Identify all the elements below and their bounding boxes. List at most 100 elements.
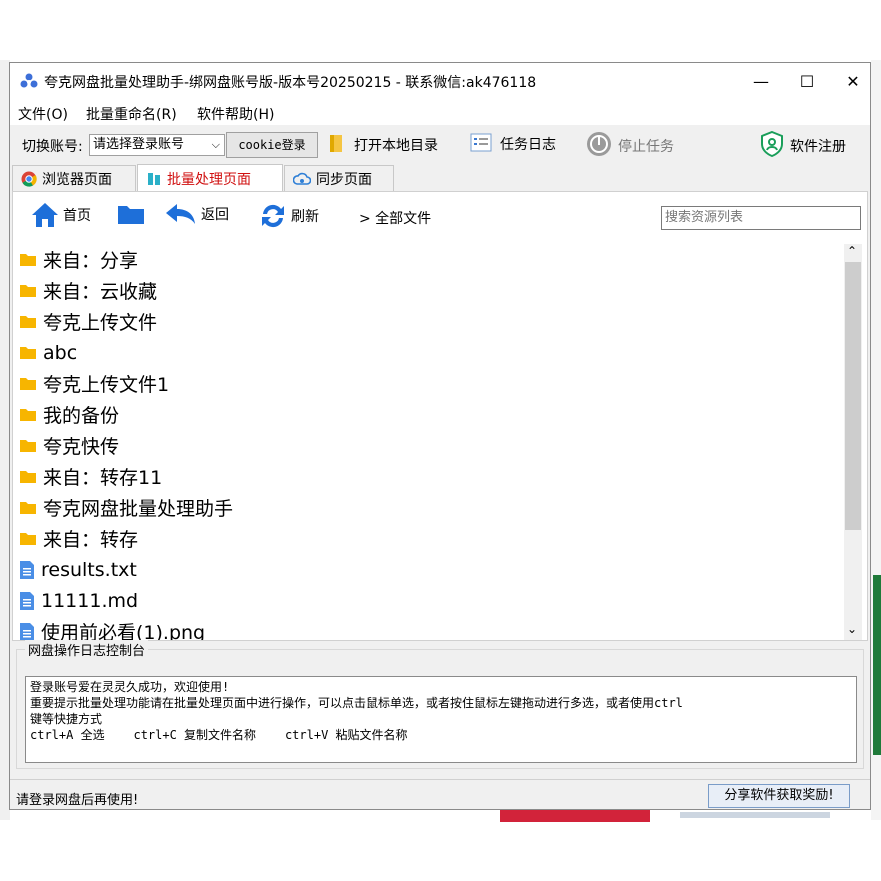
register-label: 软件注册	[790, 139, 846, 155]
account-select[interactable]: 请选择登录账号 ⌵	[89, 134, 225, 156]
list-icon	[470, 132, 492, 156]
back-label: 返回	[201, 207, 229, 223]
folder-icon	[19, 252, 37, 267]
background-app-banner	[500, 810, 650, 822]
power-icon	[586, 131, 612, 161]
menu-file[interactable]: 文件(O)	[18, 104, 68, 124]
close-button[interactable]: ✕	[830, 63, 876, 99]
open-local-dir-label: 打开本地目录	[354, 138, 438, 154]
list-item-label: results.txt	[41, 558, 137, 581]
account-select-value: 请选择登录账号	[93, 137, 185, 152]
tab-batch[interactable]: 批量处理页面	[137, 164, 283, 192]
file-icon	[19, 622, 35, 640]
folder-icon	[19, 314, 37, 329]
app-window: 夸克网盘批量处理助手-绑网盘账号版-版本号20250215 - 联系微信:ak4…	[9, 62, 871, 810]
folder-icon	[117, 202, 145, 226]
register-button[interactable]: 软件注册	[760, 130, 846, 161]
scroll-up-icon[interactable]: ⌃	[847, 244, 857, 258]
log-console-group: 网盘操作日志控制台 登录账号爱在灵灵久成功，欢迎使用! 重要提示批量处理功能请在…	[16, 640, 864, 769]
list-item-label: 11111.md	[41, 589, 139, 612]
breadcrumb[interactable]: > 全部文件	[359, 208, 431, 228]
folder-icon	[19, 283, 37, 298]
list-item-label: 夸克网盘批量处理助手	[43, 498, 234, 520]
list-item[interactable]: 夸克上传文件	[19, 306, 157, 337]
list-item-label: 夸克上传文件	[43, 312, 158, 334]
log-line: 键等快捷方式	[30, 712, 103, 726]
refresh-label: 刷新	[291, 209, 319, 225]
background-app-bar	[680, 812, 830, 818]
share-reward-button[interactable]: 分享软件获取奖励!	[708, 784, 850, 808]
maximize-button[interactable]: ☐	[784, 63, 830, 99]
tab-sync[interactable]: 同步页面	[284, 165, 394, 191]
list-item-label: 夸克快传	[43, 436, 120, 458]
search-input[interactable]: 搜索资源列表	[661, 206, 861, 230]
log-console-title: 网盘操作日志控制台	[25, 640, 149, 659]
folder-icon	[19, 500, 37, 515]
log-console[interactable]: 登录账号爱在灵灵久成功，欢迎使用! 重要提示批量处理功能请在批量处理页面中进行操…	[25, 676, 857, 763]
list-item-label: 来自：转存11	[43, 467, 163, 489]
list-item[interactable]: 夸克上传文件1	[19, 368, 169, 399]
scroll-down-icon[interactable]: ⌄	[847, 622, 857, 636]
stop-task-button[interactable]: 停止任务	[586, 131, 674, 161]
cookie-login-button[interactable]: cookie登录	[226, 132, 318, 158]
file-list-scrollbar[interactable]: ⌃ ⌄	[844, 244, 862, 640]
tab-batch-label: 批量处理页面	[167, 171, 251, 188]
app-logo-icon	[20, 73, 38, 93]
list-item[interactable]: 来自：分享	[19, 244, 138, 275]
back-button[interactable]: 返回	[165, 202, 229, 226]
folder-icon	[19, 438, 37, 453]
list-item[interactable]: 11111.md	[19, 585, 138, 616]
back-arrow-icon	[165, 202, 197, 226]
scrollbar-thumb[interactable]	[845, 262, 861, 530]
refresh-button[interactable]: 刷新	[259, 202, 319, 230]
home-button[interactable]: 首页	[31, 202, 91, 228]
list-item[interactable]: 来自：转存	[19, 523, 138, 554]
toolbar: 切换账号: 请选择登录账号 ⌵ cookie登录 打开本地目录 任务日志 停止任…	[10, 126, 870, 162]
list-item-label: 来自：云收藏	[43, 281, 158, 303]
list-item-label: 我的备份	[43, 405, 120, 427]
menu-batch-rename[interactable]: 批量重命名(R)	[86, 104, 177, 124]
open-local-dir-button[interactable]: 打开本地目录	[328, 132, 438, 158]
folder-icon	[19, 376, 37, 391]
refresh-icon	[259, 202, 287, 230]
list-item-label: abc	[43, 341, 78, 364]
batch-icon	[146, 171, 162, 187]
list-item[interactable]: 夸克网盘批量处理助手	[19, 492, 233, 523]
chrome-icon	[21, 171, 37, 187]
list-item[interactable]: 我的备份	[19, 399, 119, 430]
log-line: 登录账号爱在灵灵久成功，欢迎使用!	[30, 680, 230, 694]
title-bar: 夸克网盘批量处理助手-绑网盘账号版-版本号20250215 - 联系微信:ak4…	[10, 63, 870, 99]
menu-bar: 文件(O) 批量重命名(R) 软件帮助(H)	[10, 99, 870, 125]
switch-account-label: 切换账号:	[22, 139, 83, 155]
log-line: 重要提示批量处理功能请在批量处理页面中进行操作，可以点击鼠标单选，或者按住鼠标左…	[30, 696, 683, 710]
list-item[interactable]: 来自：转存11	[19, 461, 162, 492]
background-app-strip	[873, 575, 881, 755]
shield-icon	[760, 130, 784, 161]
list-item[interactable]: abc	[19, 337, 77, 368]
home-label: 首页	[63, 208, 91, 224]
file-icon	[19, 560, 35, 580]
status-message: 请登录网盘后再使用!	[16, 793, 139, 808]
tab-browser[interactable]: 浏览器页面	[12, 165, 136, 191]
tab-browser-label: 浏览器页面	[42, 171, 112, 188]
menu-help[interactable]: 软件帮助(H)	[197, 104, 274, 124]
folder-icon	[19, 531, 37, 546]
task-log-button[interactable]: 任务日志	[470, 132, 556, 156]
minimize-button[interactable]: —	[738, 63, 784, 99]
list-item-label: 来自：分享	[43, 250, 139, 272]
tab-strip: 浏览器页面 批量处理页面 同步页面	[10, 164, 870, 192]
batch-panel: 首页 返回 刷新 > 全部文件 搜索资源列表 来自：分享来自：云收藏 夸克上传文件…	[12, 191, 868, 641]
folder-icon	[19, 407, 37, 422]
folder-icon	[19, 345, 37, 360]
list-item-label: 使用前必看(1).png	[41, 622, 206, 640]
file-list: 来自：分享来自：云收藏 夸克上传文件 abc 夸克上传文件1 我的备份夸克快传来自：转存…	[13, 244, 843, 640]
list-item[interactable]: results.txt	[19, 554, 137, 585]
list-item-label: 夸克上传文件1	[43, 374, 170, 396]
folder-nav-button[interactable]	[117, 202, 145, 226]
list-item[interactable]: 夸克快传	[19, 430, 119, 461]
folder-icon	[19, 469, 37, 484]
list-item[interactable]: 来自：云收藏	[19, 275, 157, 306]
log-line: ctrl+A 全选 ctrl+C 复制文件名称 ctrl+V 粘贴文件名称	[30, 728, 408, 742]
list-item[interactable]: 使用前必看(1).png	[19, 616, 205, 640]
task-log-label: 任务日志	[500, 137, 556, 153]
